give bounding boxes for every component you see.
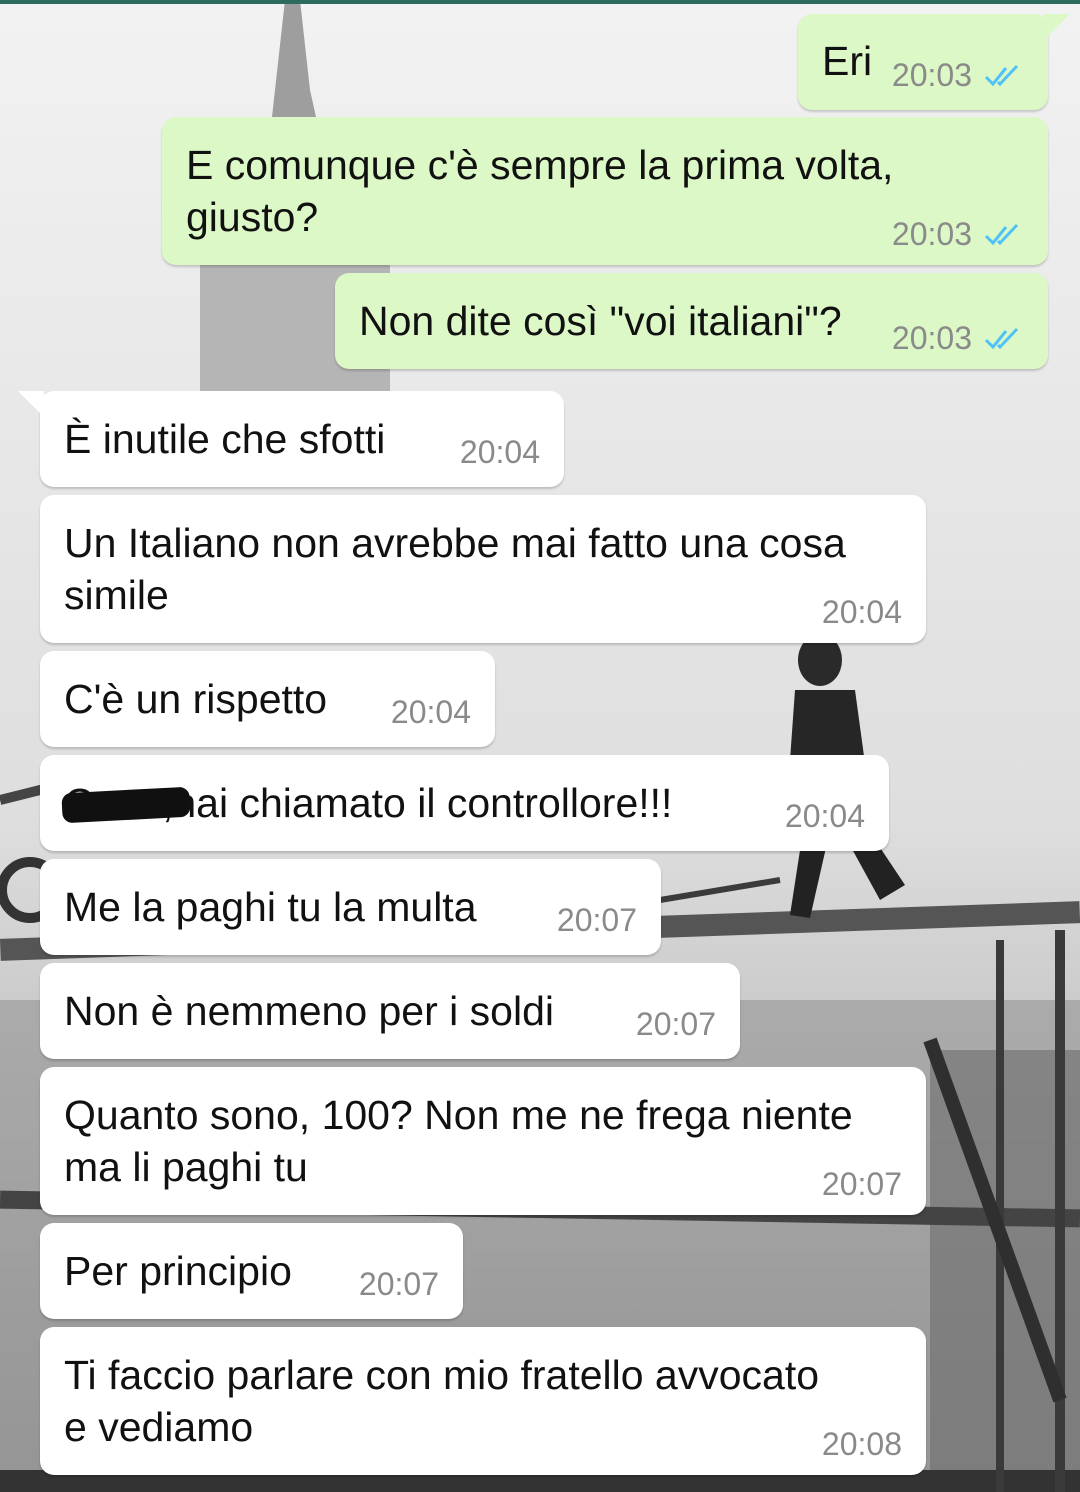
message-time: 20:03	[891, 320, 972, 356]
message-time: 20:07	[635, 1006, 716, 1042]
message-bubble-outgoing[interactable]: Non dite così "voi italiani"? 20:03	[335, 273, 1048, 369]
message-bubble-incoming[interactable]: Ti faccio parlare con mio fratello avvoc…	[40, 1327, 926, 1475]
message-time: 20:04	[784, 798, 865, 834]
chat-thread[interactable]: Eri 20:03 E comunque c'è sempre la prima…	[0, 0, 1080, 1492]
message-bubble-outgoing[interactable]: Eri 20:03	[798, 14, 1070, 110]
message-text: Quanto sono, 100? Non me ne frega niente…	[64, 1092, 853, 1190]
message-text: Non è nemmeno per i soldi	[64, 988, 554, 1034]
message-text: Me la paghi tu la multa	[64, 884, 477, 930]
message-bubble-outgoing[interactable]: E comunque c'è sempre la prima volta, gi…	[162, 117, 1048, 265]
message-bubble-incoming[interactable]: Me la paghi tu la multa 20:07	[40, 859, 661, 955]
message-meta: 20:07	[557, 902, 637, 939]
double-check-icon	[984, 223, 1019, 245]
double-check-icon	[984, 327, 1019, 349]
message-time: 20:07	[358, 1266, 439, 1302]
message-meta: 20:04	[460, 434, 540, 471]
message-meta: 20:07	[822, 1166, 902, 1203]
message-time: 20:03	[891, 216, 972, 252]
message-time: 20:03	[891, 57, 972, 93]
bubble-tail	[1044, 14, 1070, 40]
message-meta: 20:07	[636, 1006, 716, 1043]
message-meta: 20:03	[892, 216, 1024, 253]
message-meta: 20:04	[822, 594, 902, 631]
message-meta: 20:08	[822, 1426, 902, 1463]
bubble-tail	[18, 391, 44, 417]
message-bubble-incoming[interactable]: Non è nemmeno per i soldi 20:07	[40, 963, 740, 1059]
top-edge-bar	[0, 0, 1080, 4]
message-meta: 20:04	[785, 798, 865, 835]
message-time: 20:07	[821, 1166, 902, 1202]
message-meta: 20:03	[892, 57, 1024, 94]
message-text: Un Italiano non avrebbe mai fatto una co…	[64, 520, 846, 618]
message-time: 20:04	[821, 594, 902, 630]
message-meta: 20:07	[359, 1266, 439, 1303]
message-meta: 20:04	[391, 694, 471, 731]
message-time: 20:04	[459, 434, 540, 470]
message-bubble-incoming[interactable]: C'è un rispetto 20:04	[40, 651, 495, 747]
message-time: 20:04	[390, 694, 471, 730]
message-time: 20:07	[556, 902, 637, 938]
message-text: Ti faccio parlare con mio fratello avvoc…	[64, 1352, 820, 1450]
message-time: 20:08	[821, 1426, 902, 1462]
message-meta: 20:03	[892, 320, 1024, 357]
double-check-icon	[984, 64, 1019, 86]
message-bubble-incoming[interactable]: Un Italiano non avrebbe mai fatto una co…	[40, 495, 926, 643]
message-bubble-incoming[interactable]: È inutile che sfotti 20:04	[18, 391, 564, 487]
message-bubble-incoming[interactable]: Per principio 20:07	[40, 1223, 463, 1319]
message-bubble-incoming[interactable]: Quanto sono, 100? Non me ne frega niente…	[40, 1067, 926, 1215]
